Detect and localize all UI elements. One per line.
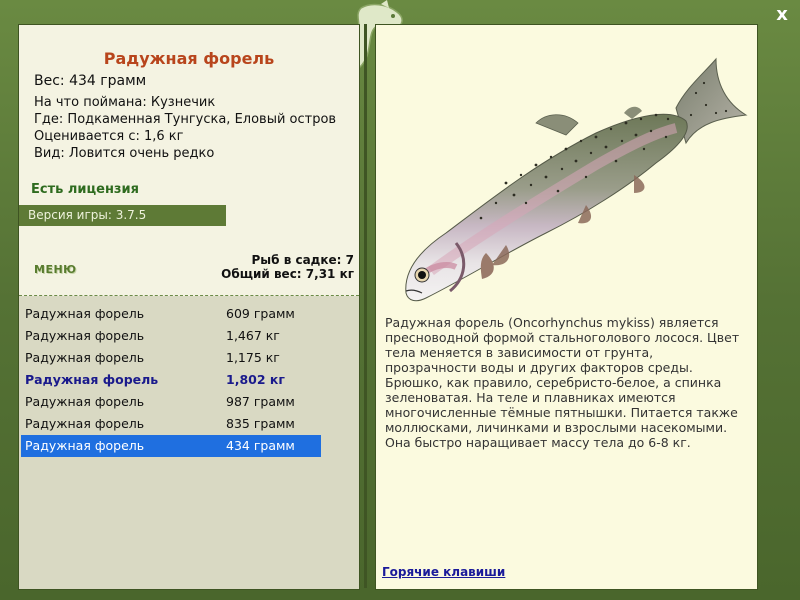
- rainbow-trout-image: [405, 57, 748, 302]
- fish-description: Радужная форель (Oncorhynchus mykiss) яв…: [385, 315, 740, 450]
- catch-name: Радужная форель: [25, 306, 145, 321]
- total-weight: Общий вес: 7,31 кг: [221, 267, 354, 281]
- catch-weight: 609 грамм: [226, 306, 295, 321]
- catch-name: Радужная форель: [25, 328, 145, 343]
- fish-info-panel: Радужная форель Вес: 434 грамм На что по…: [18, 24, 360, 590]
- menu-button[interactable]: МЕНЮ: [34, 263, 77, 276]
- version-bar: Версия игры: 3.7.5: [19, 205, 226, 226]
- fish-description-panel: Радужная форель (Oncorhynchus mykiss) яв…: [375, 24, 758, 590]
- keepnet-stats: Рыб в садке: 7 Общий вес: 7,31 кг: [221, 253, 354, 281]
- catch-row-selected[interactable]: Радужная форель 434 грамм: [21, 435, 321, 457]
- catch-weight: 1,467 кг: [226, 328, 280, 343]
- catch-row[interactable]: Радужная форель 1,175 кг: [21, 347, 321, 369]
- catch-list: Радужная форель 609 грамм Радужная форел…: [19, 296, 359, 589]
- catch-name: Радужная форель: [25, 438, 145, 453]
- catch-name: Радужная форель: [25, 416, 145, 431]
- rated-info: Оценивается с: 1,6 кг: [34, 129, 184, 144]
- close-button[interactable]: x: [772, 5, 792, 25]
- hotkeys-link[interactable]: Горячие клавиши: [382, 565, 505, 579]
- catch-row[interactable]: Радужная форель 1,467 кг: [21, 325, 321, 347]
- location-info: Где: Подкаменная Тунгуска, Еловый остров: [34, 112, 337, 127]
- fish-count: Рыб в садке: 7: [251, 253, 355, 267]
- bait-info: На что поймана: Кузнечик: [34, 95, 216, 110]
- catch-name: Радужная форель: [25, 372, 159, 387]
- fish-title: Радужная форель: [103, 49, 275, 68]
- catch-name: Радужная форель: [25, 350, 145, 365]
- fish-weight: Вес: 434 грамм: [34, 73, 147, 89]
- catch-weight: 987 грамм: [226, 394, 295, 409]
- catch-weight: 434 грамм: [226, 438, 295, 453]
- license-status: Есть лицензия: [31, 182, 139, 197]
- catch-row[interactable]: Радужная форель 835 грамм: [21, 413, 321, 435]
- catch-row[interactable]: Радужная форель 987 грамм: [21, 391, 321, 413]
- catch-weight: 835 грамм: [226, 416, 295, 431]
- catch-row[interactable]: Радужная форель 609 грамм: [21, 303, 321, 325]
- catch-row-best[interactable]: Радужная форель 1,802 кг: [21, 369, 321, 391]
- panel-separator: [364, 24, 367, 588]
- rarity-info: Вид: Ловится очень редко: [34, 146, 215, 161]
- catch-name: Радужная форель: [25, 394, 145, 409]
- catch-weight: 1,802 кг: [226, 372, 285, 387]
- catch-weight: 1,175 кг: [226, 350, 280, 365]
